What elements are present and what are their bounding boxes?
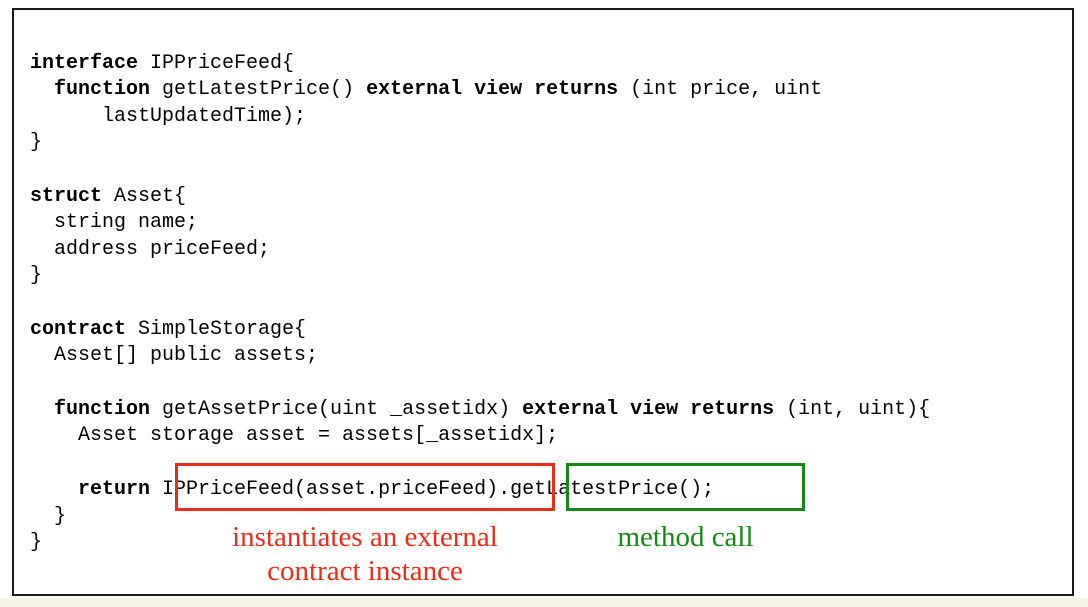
code-line-contract: contract SimpleStorage{ [30,318,306,342]
code-line-asset-storage: Asset storage asset = assets[_assetidx]; [30,424,558,448]
code-text: } [30,505,67,528]
code-text: string name; [30,211,199,234]
code-text: (int, uint){ [774,398,931,421]
keyword: external view returns [522,398,775,421]
code-line-close-brace: } [30,264,42,288]
code-line-close-brace: } [30,531,42,555]
instantiation-highlight-box [175,463,555,511]
keyword: struct [30,185,103,208]
code-line-function-getassetprice: function getAssetPrice(uint _assetidx) e… [30,398,930,422]
keyword: function [54,78,151,101]
code-line-lastupdatedtime: lastUpdatedTime); [30,105,306,129]
instantiation-annotation: instantiates an external contract instan… [195,520,535,588]
code-line-close-brace: } [30,505,66,529]
code-text: IPPriceFeed{ [138,52,295,75]
code-text: } [30,131,43,154]
code-text: Asset[] public assets; [30,344,319,367]
keyword: contract [30,318,127,341]
keyword: function [54,398,151,421]
code-text: } [30,531,43,554]
code-text: lastUpdatedTime); [30,105,307,128]
keyword: external view returns [366,78,619,101]
annotation-line: contract instance [267,555,463,587]
keyword: return [78,478,151,501]
code-line-struct: struct Asset{ [30,185,186,209]
code-line-close-brace: } [30,131,42,155]
code-line-interface: interface IPPriceFeed{ [30,52,294,76]
code-text: SimpleStorage{ [126,318,307,341]
code-text: } [30,264,43,287]
annotation-line: method call [617,521,754,553]
code-line-function-getlatestprice: function getLatestPrice() external view … [30,78,822,102]
code-text: (int price, uint [618,78,823,101]
code-text: getLatestPrice() [150,78,367,101]
keyword: interface [30,52,139,75]
code-line-assets: Asset[] public assets; [30,344,318,368]
bottom-shadow [0,598,1088,607]
code-text: address priceFeed; [30,238,271,261]
annotation-line: instantiates an external [232,521,498,553]
code-text: Asset{ [102,185,187,208]
code-text: getAssetPrice(uint _assetidx) [150,398,523,421]
code-line-string-name: string name; [30,211,198,235]
code-line-address-pricefeed: address priceFeed; [30,238,270,262]
code-text: Asset storage asset = assets[_assetidx]; [30,424,559,447]
method-call-annotation: method call [566,520,805,554]
method-call-highlight-box [566,463,805,511]
